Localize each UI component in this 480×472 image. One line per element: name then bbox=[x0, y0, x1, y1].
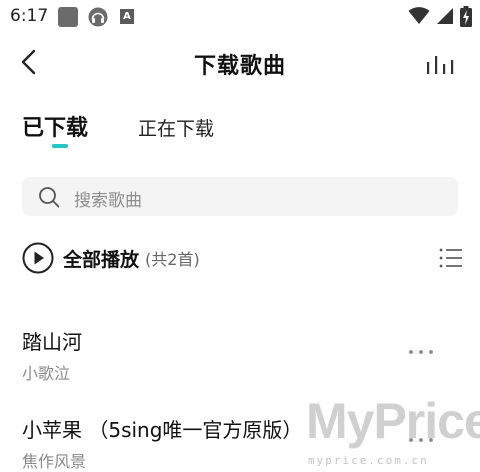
list-manage-icon[interactable] bbox=[438, 246, 464, 270]
status-time: 6:17 bbox=[10, 6, 49, 26]
play-all-row: 全部播放 (共2首) bbox=[0, 236, 480, 280]
active-tab-indicator bbox=[52, 144, 68, 148]
search-input[interactable]: 搜索歌曲 bbox=[22, 177, 458, 216]
signal-icon bbox=[437, 8, 453, 24]
download-tabs: 已下载 正在下载 bbox=[0, 104, 480, 154]
search-placeholder: 搜索歌曲 bbox=[74, 191, 142, 211]
play-circle-icon bbox=[22, 242, 54, 274]
more-options-icon[interactable] bbox=[404, 340, 438, 364]
headset-icon bbox=[88, 7, 108, 27]
tab-downloading[interactable]: 正在下载 bbox=[138, 114, 214, 141]
list-item[interactable]: 小苹果 （5sing唯一官方原版） 焦作风景 bbox=[0, 410, 480, 472]
page-title: 下载歌曲 bbox=[193, 54, 286, 79]
equalizer-icon[interactable] bbox=[424, 52, 458, 76]
search-icon bbox=[39, 187, 60, 208]
status-bar: 6:17 A bbox=[0, 0, 480, 34]
play-all-label: 全部播放 bbox=[63, 248, 140, 271]
wifi-icon bbox=[408, 7, 430, 24]
app-square-icon bbox=[58, 7, 78, 27]
tab-downloaded[interactable]: 已下载 bbox=[22, 110, 88, 142]
play-all-button[interactable]: 全部播放 (共2首) bbox=[22, 241, 200, 275]
song-title: 踏山河 bbox=[22, 330, 82, 354]
battery-icon bbox=[460, 6, 472, 27]
song-artist: 焦作风景 bbox=[22, 452, 87, 471]
song-artist: 小歌泣 bbox=[22, 364, 71, 383]
song-title: 小苹果 （5sing唯一官方原版） bbox=[22, 418, 303, 442]
list-item[interactable]: 踏山河 小歌泣 bbox=[0, 322, 480, 392]
more-options-icon[interactable] bbox=[404, 428, 438, 452]
song-count: (共2首) bbox=[145, 250, 200, 269]
app-header: 下载歌曲 bbox=[0, 34, 480, 90]
font-a-icon: A bbox=[120, 9, 134, 24]
